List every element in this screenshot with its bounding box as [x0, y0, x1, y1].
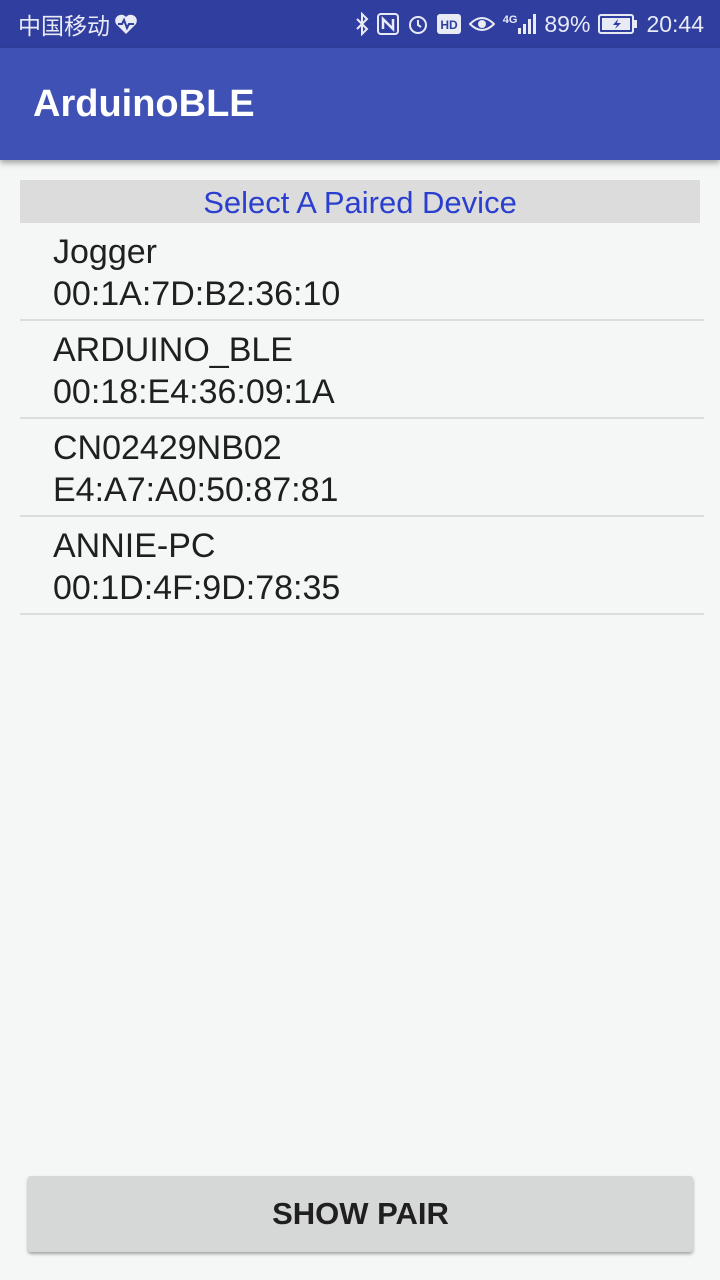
app-bar: ArduinoBLE: [0, 48, 720, 160]
app-title: ArduinoBLE: [33, 82, 255, 125]
device-name: Jogger: [53, 233, 157, 271]
carrier-label: 中国移动: [18, 13, 110, 39]
bluetooth-icon: [355, 12, 369, 36]
device-address: E4:A7:A0:50:87:81: [53, 471, 339, 509]
status-bar: 中国移动 HD 4G 89% 20:44: [0, 0, 720, 48]
clock: 20:44: [646, 10, 704, 37]
device-name: CN02429NB02: [53, 429, 282, 467]
device-address: 00:1A:7D:B2:36:10: [53, 275, 341, 313]
signal-icon: [518, 14, 537, 34]
eye-icon: [468, 17, 495, 31]
hd-icon: HD: [436, 14, 461, 34]
device-address: 00:1D:4F:9D:78:35: [53, 569, 341, 607]
device-item[interactable]: CN02429NB02 E4:A7:A0:50:87:81: [20, 419, 704, 517]
nfc-icon: [376, 13, 399, 35]
device-name: ARDUINO_BLE: [53, 331, 293, 369]
list-header: Select A Paired Device: [20, 180, 700, 223]
status-bar-right: HD 4G 89% 20:44: [347, 11, 704, 38]
battery-percent: 89%: [544, 10, 591, 37]
network-type-label: 4G: [502, 14, 518, 26]
heart-rate-icon: [115, 14, 137, 34]
alarm-icon: [408, 16, 427, 34]
signal-indicator: 4G: [503, 14, 537, 34]
device-item[interactable]: ARDUINO_BLE 00:18:E4:36:09:1A: [20, 321, 704, 419]
paired-device-list: Jogger 00:1A:7D:B2:36:10 ARDUINO_BLE 00:…: [20, 223, 704, 615]
device-item[interactable]: ANNIE-PC 00:1D:4F:9D:78:35: [20, 517, 704, 615]
show-pair-button[interactable]: SHOW PAIR: [28, 1176, 693, 1252]
device-item[interactable]: Jogger 00:1A:7D:B2:36:10: [20, 223, 704, 321]
device-address: 00:18:E4:36:09:1A: [53, 373, 335, 411]
battery-icon: [598, 14, 638, 34]
svg-text:HD: HD: [440, 18, 458, 32]
device-name: ANNIE-PC: [53, 527, 216, 565]
status-bar-left: 中国移动: [18, 7, 138, 41]
